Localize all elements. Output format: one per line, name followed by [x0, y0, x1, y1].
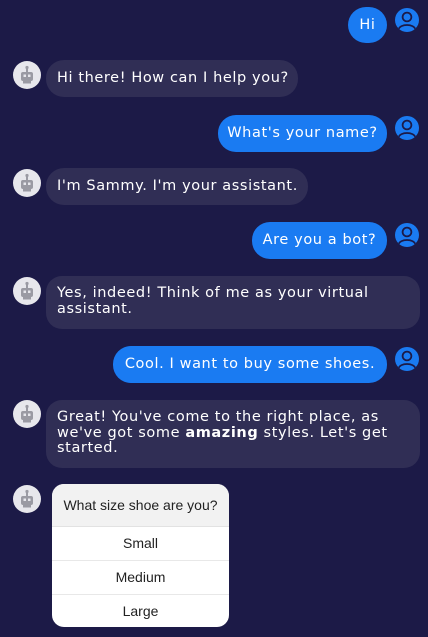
user-avatar-icon	[395, 116, 419, 140]
message-text: Yes, indeed! Think of me as your virtual…	[57, 285, 369, 317]
user-message: What's your name?	[218, 115, 387, 152]
robot-avatar-icon	[13, 400, 41, 428]
message-text: Hi	[359, 17, 376, 33]
bot-message: Hi there! How can I help you?	[46, 60, 298, 97]
robot-avatar-icon	[13, 277, 41, 305]
message-text: Hi there! How can I help you?	[57, 70, 289, 86]
robot-avatar-icon	[13, 61, 41, 89]
user-message: Cool. I want to buy some shoes.	[113, 346, 387, 383]
shoe-size-options-card: What size shoe are you? Small Medium Lar…	[52, 484, 229, 627]
user-avatar-icon	[395, 347, 419, 371]
user-avatar-icon	[395, 223, 419, 247]
user-message: Hi	[348, 7, 387, 43]
message-text: Cool. I want to buy some shoes.	[124, 356, 376, 372]
robot-avatar-icon	[13, 169, 41, 197]
options-question: What size shoe are you?	[52, 484, 229, 527]
bot-message: Yes, indeed! Think of me as your virtual…	[46, 276, 420, 329]
user-avatar-icon	[395, 8, 419, 32]
message-text: Are you a bot?	[262, 232, 377, 248]
message-text: What's your name?	[227, 125, 378, 141]
robot-avatar-icon	[13, 485, 41, 513]
option-large-button[interactable]: Large	[52, 595, 229, 627]
bot-message: I'm Sammy. I'm your assistant.	[46, 168, 308, 205]
bot-message: Great! You've come to the right place, a…	[46, 400, 420, 468]
chat-window: Hi Hi there! How can I help you? What's …	[0, 0, 428, 637]
user-message: Are you a bot?	[252, 222, 387, 259]
option-small-button[interactable]: Small	[52, 527, 229, 561]
option-medium-button[interactable]: Medium	[52, 561, 229, 595]
message-text-emphasis: amazing	[185, 424, 259, 441]
message-text: I'm Sammy. I'm your assistant.	[57, 178, 298, 194]
